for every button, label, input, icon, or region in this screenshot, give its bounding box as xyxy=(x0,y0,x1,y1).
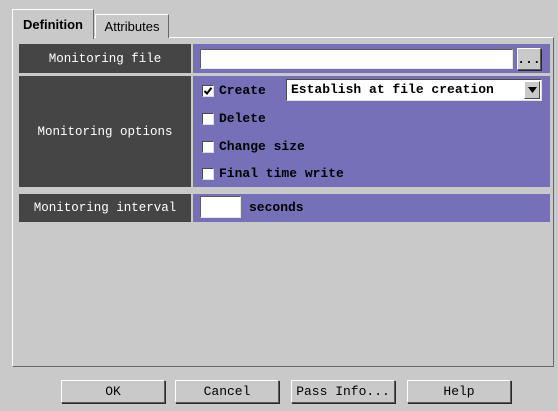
monitoring-file-label-text: Monitoring file xyxy=(48,51,162,66)
pass-info-button-label: Pass Info... xyxy=(296,384,390,399)
pass-info-button[interactable]: Pass Info... xyxy=(291,380,395,403)
tab-attributes-label: Attributes xyxy=(104,19,160,34)
delete-label: Delete xyxy=(219,111,266,126)
monitoring-interval-label: Monitoring interval xyxy=(19,194,191,222)
dropdown-arrow-button[interactable] xyxy=(524,81,540,99)
final-time-write-checkbox[interactable] xyxy=(202,168,214,180)
monitoring-interval-input[interactable] xyxy=(200,196,241,218)
ok-button-label: OK xyxy=(105,384,121,399)
monitoring-interval-label-text: Monitoring interval xyxy=(33,201,177,215)
browse-button[interactable]: ... xyxy=(517,48,541,70)
create-label: Create xyxy=(219,83,266,98)
tab-definition[interactable]: Definition xyxy=(12,9,94,39)
change-size-checkbox[interactable] xyxy=(202,141,214,153)
cancel-button[interactable]: Cancel xyxy=(175,380,279,403)
monitoring-interval-area xyxy=(193,194,550,222)
create-checkbox[interactable] xyxy=(202,85,214,97)
change-size-label: Change size xyxy=(219,139,305,154)
tab-definition-label: Definition xyxy=(23,17,83,32)
check-icon xyxy=(203,87,213,96)
ok-button[interactable]: OK xyxy=(61,380,165,403)
monitoring-options-label: Monitoring options xyxy=(19,76,191,187)
monitoring-options-label-text: Monitoring options xyxy=(37,124,173,139)
monitoring-file-label: Monitoring file xyxy=(19,44,191,73)
triangle-down-icon xyxy=(527,87,537,93)
seconds-unit-label: seconds xyxy=(249,200,304,215)
help-button-label: Help xyxy=(443,384,475,399)
delete-checkbox[interactable] xyxy=(202,113,214,125)
create-mode-value: Establish at file creation xyxy=(291,82,494,97)
final-time-write-label: Final time write xyxy=(219,166,344,181)
create-mode-select[interactable]: Establish at file creation xyxy=(286,79,542,101)
tab-attributes[interactable]: Attributes xyxy=(95,14,169,38)
browse-button-label: ... xyxy=(517,51,541,67)
monitoring-file-input[interactable] xyxy=(200,49,513,69)
cancel-button-label: Cancel xyxy=(203,384,251,399)
help-button[interactable]: Help xyxy=(407,380,511,403)
